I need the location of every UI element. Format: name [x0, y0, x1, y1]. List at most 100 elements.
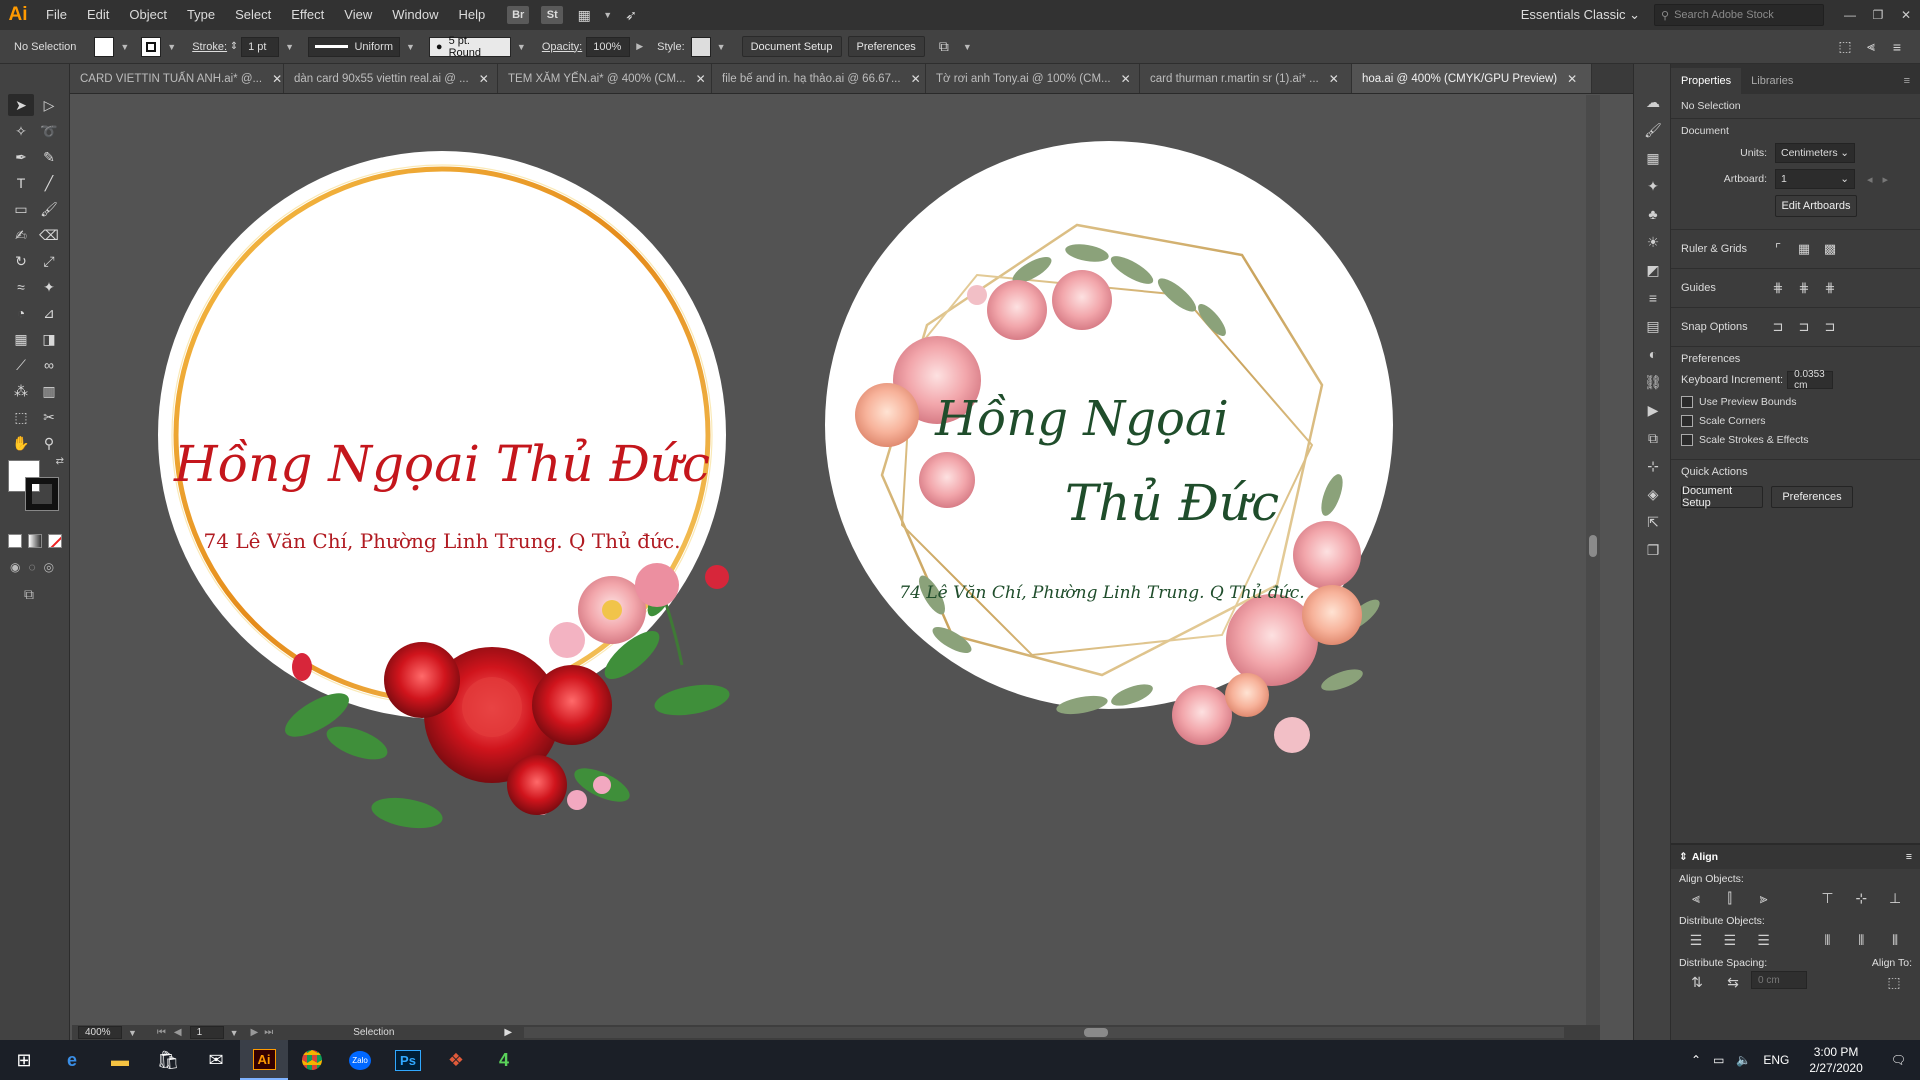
tab-document-1[interactable]: CARD VIETTIN TUẤN ANH.ai* @... ✕ — [70, 64, 284, 93]
gradient-button[interactable] — [28, 534, 42, 548]
symbols-icon[interactable]: ♣ — [1634, 200, 1672, 228]
illustrator-icon[interactable]: Ai — [240, 1040, 288, 1080]
right-title-line1[interactable]: Hồng Ngọai — [934, 391, 1229, 447]
puppet-warp-tool-icon[interactable]: ✦ — [36, 276, 62, 298]
prev-artboard-icon[interactable]: ◀ — [174, 1027, 182, 1038]
artboard-canvas[interactable]: Hồng Ngọai Thủ Đức 74 Lê Văn Chí, Phường… — [72, 95, 1600, 1025]
opacity-field[interactable]: 100% — [586, 36, 631, 57]
shape-builder-tool-icon[interactable]: ◔ — [8, 302, 34, 324]
right-badge[interactable]: Hồng Ngọai Thủ Đức 74 Lê Văn Chí, Phường… — [825, 141, 1393, 753]
gpu-performance-icon[interactable]: ➶ — [618, 4, 644, 26]
zalo-icon[interactable]: Zalo — [336, 1040, 384, 1080]
libraries-icon[interactable]: ☁ — [1634, 88, 1672, 116]
preferences-button[interactable]: Preferences — [847, 36, 925, 57]
artboard-dropdown[interactable]: 1 ⌄ — [1775, 169, 1855, 189]
appearance-icon[interactable]: ☀ — [1634, 228, 1672, 256]
curvature-tool-icon[interactable]: ✎ — [36, 146, 62, 168]
stepper-icon[interactable]: ⇕ — [227, 36, 241, 58]
volume-icon[interactable]: 🔈 — [1736, 1053, 1751, 1067]
pathfinder-icon[interactable]: ⧉ — [1634, 424, 1672, 452]
left-title[interactable]: Hồng Ngọai Thủ Đức — [173, 435, 710, 493]
screen-mode-icon[interactable]: ⧉ — [24, 586, 34, 603]
vertical-spacing-icon[interactable]: ⇅ — [1679, 971, 1715, 993]
checkbox[interactable] — [1681, 434, 1693, 446]
align-icon[interactable]: ⫷ — [1858, 36, 1884, 58]
chevron-down-icon[interactable]: ▼ — [963, 42, 972, 52]
scrollbar-thumb[interactable] — [1084, 1028, 1109, 1037]
menu-help[interactable]: Help — [448, 0, 495, 30]
graphic-styles-icon[interactable]: ◩ — [1634, 256, 1672, 284]
tab-document-4[interactable]: file bế and in. hạ thảo.ai @ 66.67... ✕ — [712, 64, 926, 93]
distribute-hcenter-icon[interactable]: ⫴ — [1844, 929, 1878, 951]
minimize-icon[interactable]: — — [1836, 0, 1864, 30]
brush-definition[interactable]: ● 5 pt. Round — [428, 35, 511, 59]
snap-to-pixel-icon[interactable]: ⊐ — [1791, 316, 1817, 338]
network-icon[interactable]: ▭ — [1713, 1053, 1724, 1067]
align-top-icon[interactable]: ⊤ — [1811, 887, 1845, 909]
opacity-label[interactable]: Opacity: — [542, 41, 582, 53]
first-artboard-icon[interactable]: ⏮ — [157, 1027, 166, 1038]
menu-type[interactable]: Type — [177, 0, 225, 30]
links-icon[interactable]: ⛓ — [1634, 368, 1672, 396]
checkbox-scale-strokes[interactable]: Scale Strokes & Effects — [1681, 434, 1910, 446]
rotate-tool-icon[interactable]: ↻ — [8, 250, 34, 272]
chevron-down-icon[interactable]: ▼ — [128, 1028, 137, 1038]
paintbrush-tool-icon[interactable]: 🖌 — [36, 198, 62, 220]
explorer-icon[interactable]: ▬ — [96, 1040, 144, 1080]
artboards-icon[interactable]: ❐ — [1634, 536, 1672, 564]
checkbox-use-preview-bounds[interactable]: Use Preview Bounds — [1681, 396, 1910, 408]
close-icon[interactable]: ✕ — [1567, 72, 1577, 86]
rulers-icon[interactable]: ⌜ — [1765, 238, 1791, 260]
tab-document-5[interactable]: Tờ rơi anh Tony.ai @ 100% (CM... ✕ — [926, 64, 1140, 93]
units-dropdown[interactable]: Centimeters ⌄ — [1775, 143, 1855, 163]
slice-tool-icon[interactable]: ✂ — [36, 406, 62, 428]
language-indicator[interactable]: ENG — [1763, 1053, 1789, 1067]
checkbox-scale-corners[interactable]: Scale Corners — [1681, 415, 1910, 427]
keyboard-increment-field[interactable]: 0.0353 cm — [1787, 369, 1834, 391]
none-button[interactable] — [48, 534, 62, 548]
stroke-weight-field[interactable]: 1 pt — [241, 36, 280, 57]
mail-icon[interactable]: ✉ — [192, 1040, 240, 1080]
status-menu-icon[interactable]: ▶ — [504, 1027, 512, 1038]
next-artboard-icon[interactable]: ▶ — [251, 1027, 259, 1038]
panel-menu-icon[interactable]: ≡ — [1894, 68, 1920, 94]
vertical-scrollbar[interactable] — [1586, 95, 1600, 1025]
puppet-icon[interactable]: ✦ — [1634, 172, 1672, 200]
zoom-field[interactable]: 400% — [78, 1026, 122, 1039]
transform-icon[interactable]: ⊹ — [1634, 452, 1672, 480]
transparency-icon[interactable]: ◐ — [1634, 340, 1672, 368]
zoom-tool-icon[interactable]: ⚲ — [36, 432, 62, 454]
chevron-down-icon[interactable]: ▼ — [517, 42, 526, 52]
menu-icon[interactable]: ≡ — [1884, 36, 1910, 58]
panel-menu-icon[interactable]: ≡ — [1906, 851, 1912, 863]
tab-libraries[interactable]: Libraries — [1741, 68, 1803, 94]
start-icon[interactable]: ⊞ — [0, 1040, 48, 1080]
distribute-top-icon[interactable]: ☰ — [1679, 929, 1713, 951]
document-setup-button[interactable]: Document Setup — [741, 36, 842, 57]
shaper-tool-icon[interactable]: ✍ — [8, 224, 34, 246]
swatches-icon[interactable]: ▦ — [1634, 144, 1672, 172]
left-address[interactable]: 74 Lê Văn Chí, Phường Linh Trung. Q Thủ … — [204, 529, 681, 553]
export-icon[interactable]: ⇱ — [1634, 508, 1672, 536]
menu-view[interactable]: View — [334, 0, 382, 30]
align-vcenter-icon[interactable]: ⊹ — [1844, 887, 1878, 909]
gradient-icon[interactable]: ▤ — [1634, 312, 1672, 340]
draw-normal-icon[interactable]: ◉ — [10, 560, 20, 574]
chrome-icon[interactable] — [288, 1040, 336, 1080]
spacing-field[interactable]: 0 cm — [1751, 971, 1807, 989]
align-bottom-icon[interactable]: ⊥ — [1878, 887, 1912, 909]
photoshop-icon[interactable]: Ps — [384, 1040, 432, 1080]
mesh-tool-icon[interactable]: ▦ — [8, 328, 34, 350]
align-right-icon[interactable]: ⫸ — [1747, 887, 1781, 909]
snap-to-point-icon[interactable]: ⊐ — [1765, 316, 1791, 338]
transparency-grid-icon[interactable]: ▩ — [1817, 238, 1843, 260]
close-icon[interactable]: ✕ — [1329, 72, 1339, 86]
menu-edit[interactable]: Edit — [77, 0, 119, 30]
artboard-tool-icon[interactable]: ⬚ — [8, 406, 34, 428]
edge-icon[interactable]: e — [48, 1040, 96, 1080]
color-button[interactable] — [8, 534, 22, 548]
last-artboard-icon[interactable]: ⏭ — [264, 1027, 273, 1038]
prev-artboard-icon[interactable]: ◂ — [1867, 173, 1873, 186]
align-to-dropdown-icon[interactable]: ⬚ — [1876, 971, 1912, 993]
perspective-grid-tool-icon[interactable]: ⊿ — [36, 302, 62, 324]
